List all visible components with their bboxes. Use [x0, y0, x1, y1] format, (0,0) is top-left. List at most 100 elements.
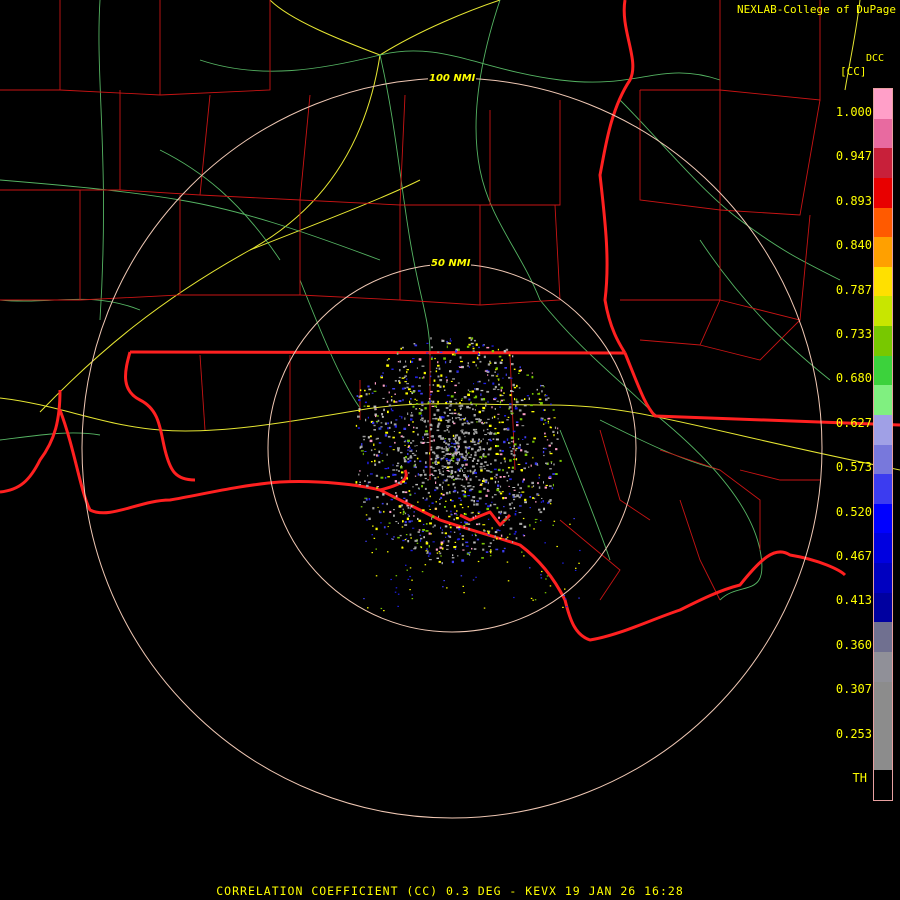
echo-pixel — [467, 393, 470, 396]
echo-pixel — [506, 471, 509, 474]
echo-pixel — [461, 538, 464, 540]
echo-pixel — [490, 463, 492, 465]
echo-pixel — [463, 525, 466, 527]
echo-pixel — [484, 434, 487, 436]
echo-pixel — [463, 474, 466, 477]
echo-pixel — [534, 599, 537, 601]
echo-pixel — [410, 537, 412, 539]
echo-pixel — [409, 589, 411, 591]
echo-pixel — [470, 440, 472, 442]
echo-pixel — [387, 410, 389, 414]
echo-pixel — [456, 370, 459, 373]
echo-pixel — [422, 529, 425, 531]
echo-pixel — [393, 514, 395, 517]
echo-pixel — [501, 394, 504, 397]
echo-pixel — [513, 445, 515, 448]
echo-pixel — [500, 510, 503, 514]
echo-pixel — [434, 457, 438, 460]
echo-pixel — [388, 426, 391, 429]
echo-pixel — [409, 402, 412, 404]
echo-pixel — [488, 534, 490, 536]
echo-pixel — [494, 531, 498, 534]
echo-pixel — [381, 452, 383, 454]
echo-pixel — [415, 483, 418, 486]
echo-pixel — [400, 476, 403, 479]
echo-pixel — [474, 430, 476, 432]
echo-pixel — [358, 409, 360, 412]
echo-pixel — [480, 440, 482, 443]
echo-pixel — [400, 347, 402, 350]
echo-pixel — [473, 548, 477, 550]
echo-pixel — [507, 427, 510, 430]
echo-pixel — [467, 495, 471, 497]
echo-pixel — [495, 548, 499, 551]
echo-pixel — [465, 545, 469, 547]
echo-pixel — [376, 422, 378, 424]
echo-pixel — [445, 510, 448, 512]
echo-pixel — [386, 364, 390, 367]
echo-pixel — [433, 524, 436, 527]
echo-pixel — [445, 407, 449, 409]
legend-color-segment — [874, 148, 892, 178]
echo-pixel — [381, 502, 384, 505]
echo-pixel — [441, 451, 445, 453]
echo-pixel — [494, 535, 496, 538]
echo-pixel — [485, 404, 487, 407]
echo-pixel — [453, 438, 456, 441]
echo-pixel — [414, 539, 418, 542]
echo-pixel — [401, 546, 404, 548]
echo-pixel — [367, 607, 369, 609]
echo-pixel — [430, 346, 433, 349]
echo-pixel — [365, 514, 368, 516]
echo-pixel — [390, 399, 393, 402]
echo-pixel — [509, 533, 511, 535]
echo-pixel — [452, 479, 455, 481]
echo-pixel — [555, 448, 558, 451]
echo-pixel — [454, 436, 457, 439]
echo-pixel — [515, 458, 518, 461]
echo-pixel — [424, 564, 427, 566]
echo-pixel — [509, 507, 512, 510]
echo-pixel — [499, 361, 503, 364]
echo-pixel — [465, 457, 467, 459]
echo-pixel — [474, 339, 476, 342]
echo-pixel — [464, 467, 466, 469]
echo-pixel — [559, 459, 562, 462]
echo-pixel — [398, 381, 401, 384]
echo-pixel — [392, 464, 394, 466]
echo-pixel — [494, 397, 497, 400]
echo-pixel — [389, 445, 392, 448]
echo-pixel — [382, 397, 385, 399]
echo-pixel — [466, 365, 469, 367]
echo-pixel — [461, 535, 465, 537]
echo-pixel — [530, 597, 533, 599]
echo-pixel — [495, 477, 498, 479]
echo-pixel — [444, 361, 447, 364]
echo-pixel — [504, 415, 507, 417]
echo-pixel — [425, 542, 429, 545]
echo-pixel — [575, 567, 577, 569]
echo-pixel — [397, 462, 400, 465]
echo-pixel — [465, 523, 469, 525]
echo-pixel — [405, 499, 408, 502]
echo-pixel — [443, 430, 447, 432]
echo-pixel — [552, 483, 554, 487]
echo-pixel — [494, 480, 497, 484]
echo-pixel — [446, 544, 449, 547]
echo-pixel — [514, 513, 517, 516]
echo-pixel — [458, 497, 461, 499]
echo-pixel — [506, 536, 509, 538]
echo-pixel — [491, 431, 493, 435]
echo-pixel — [519, 443, 521, 447]
echo-pixel — [422, 469, 425, 471]
echo-pixel — [416, 445, 418, 447]
echo-pixel — [409, 493, 412, 496]
echo-pixel — [446, 379, 448, 381]
echo-pixel — [549, 452, 553, 455]
echo-pixel — [456, 462, 459, 465]
echo-pixel — [545, 578, 547, 580]
echo-pixel — [449, 340, 452, 342]
echo-pixel — [469, 336, 472, 338]
echo-pixel — [393, 509, 395, 511]
echo-pixel — [476, 432, 478, 434]
